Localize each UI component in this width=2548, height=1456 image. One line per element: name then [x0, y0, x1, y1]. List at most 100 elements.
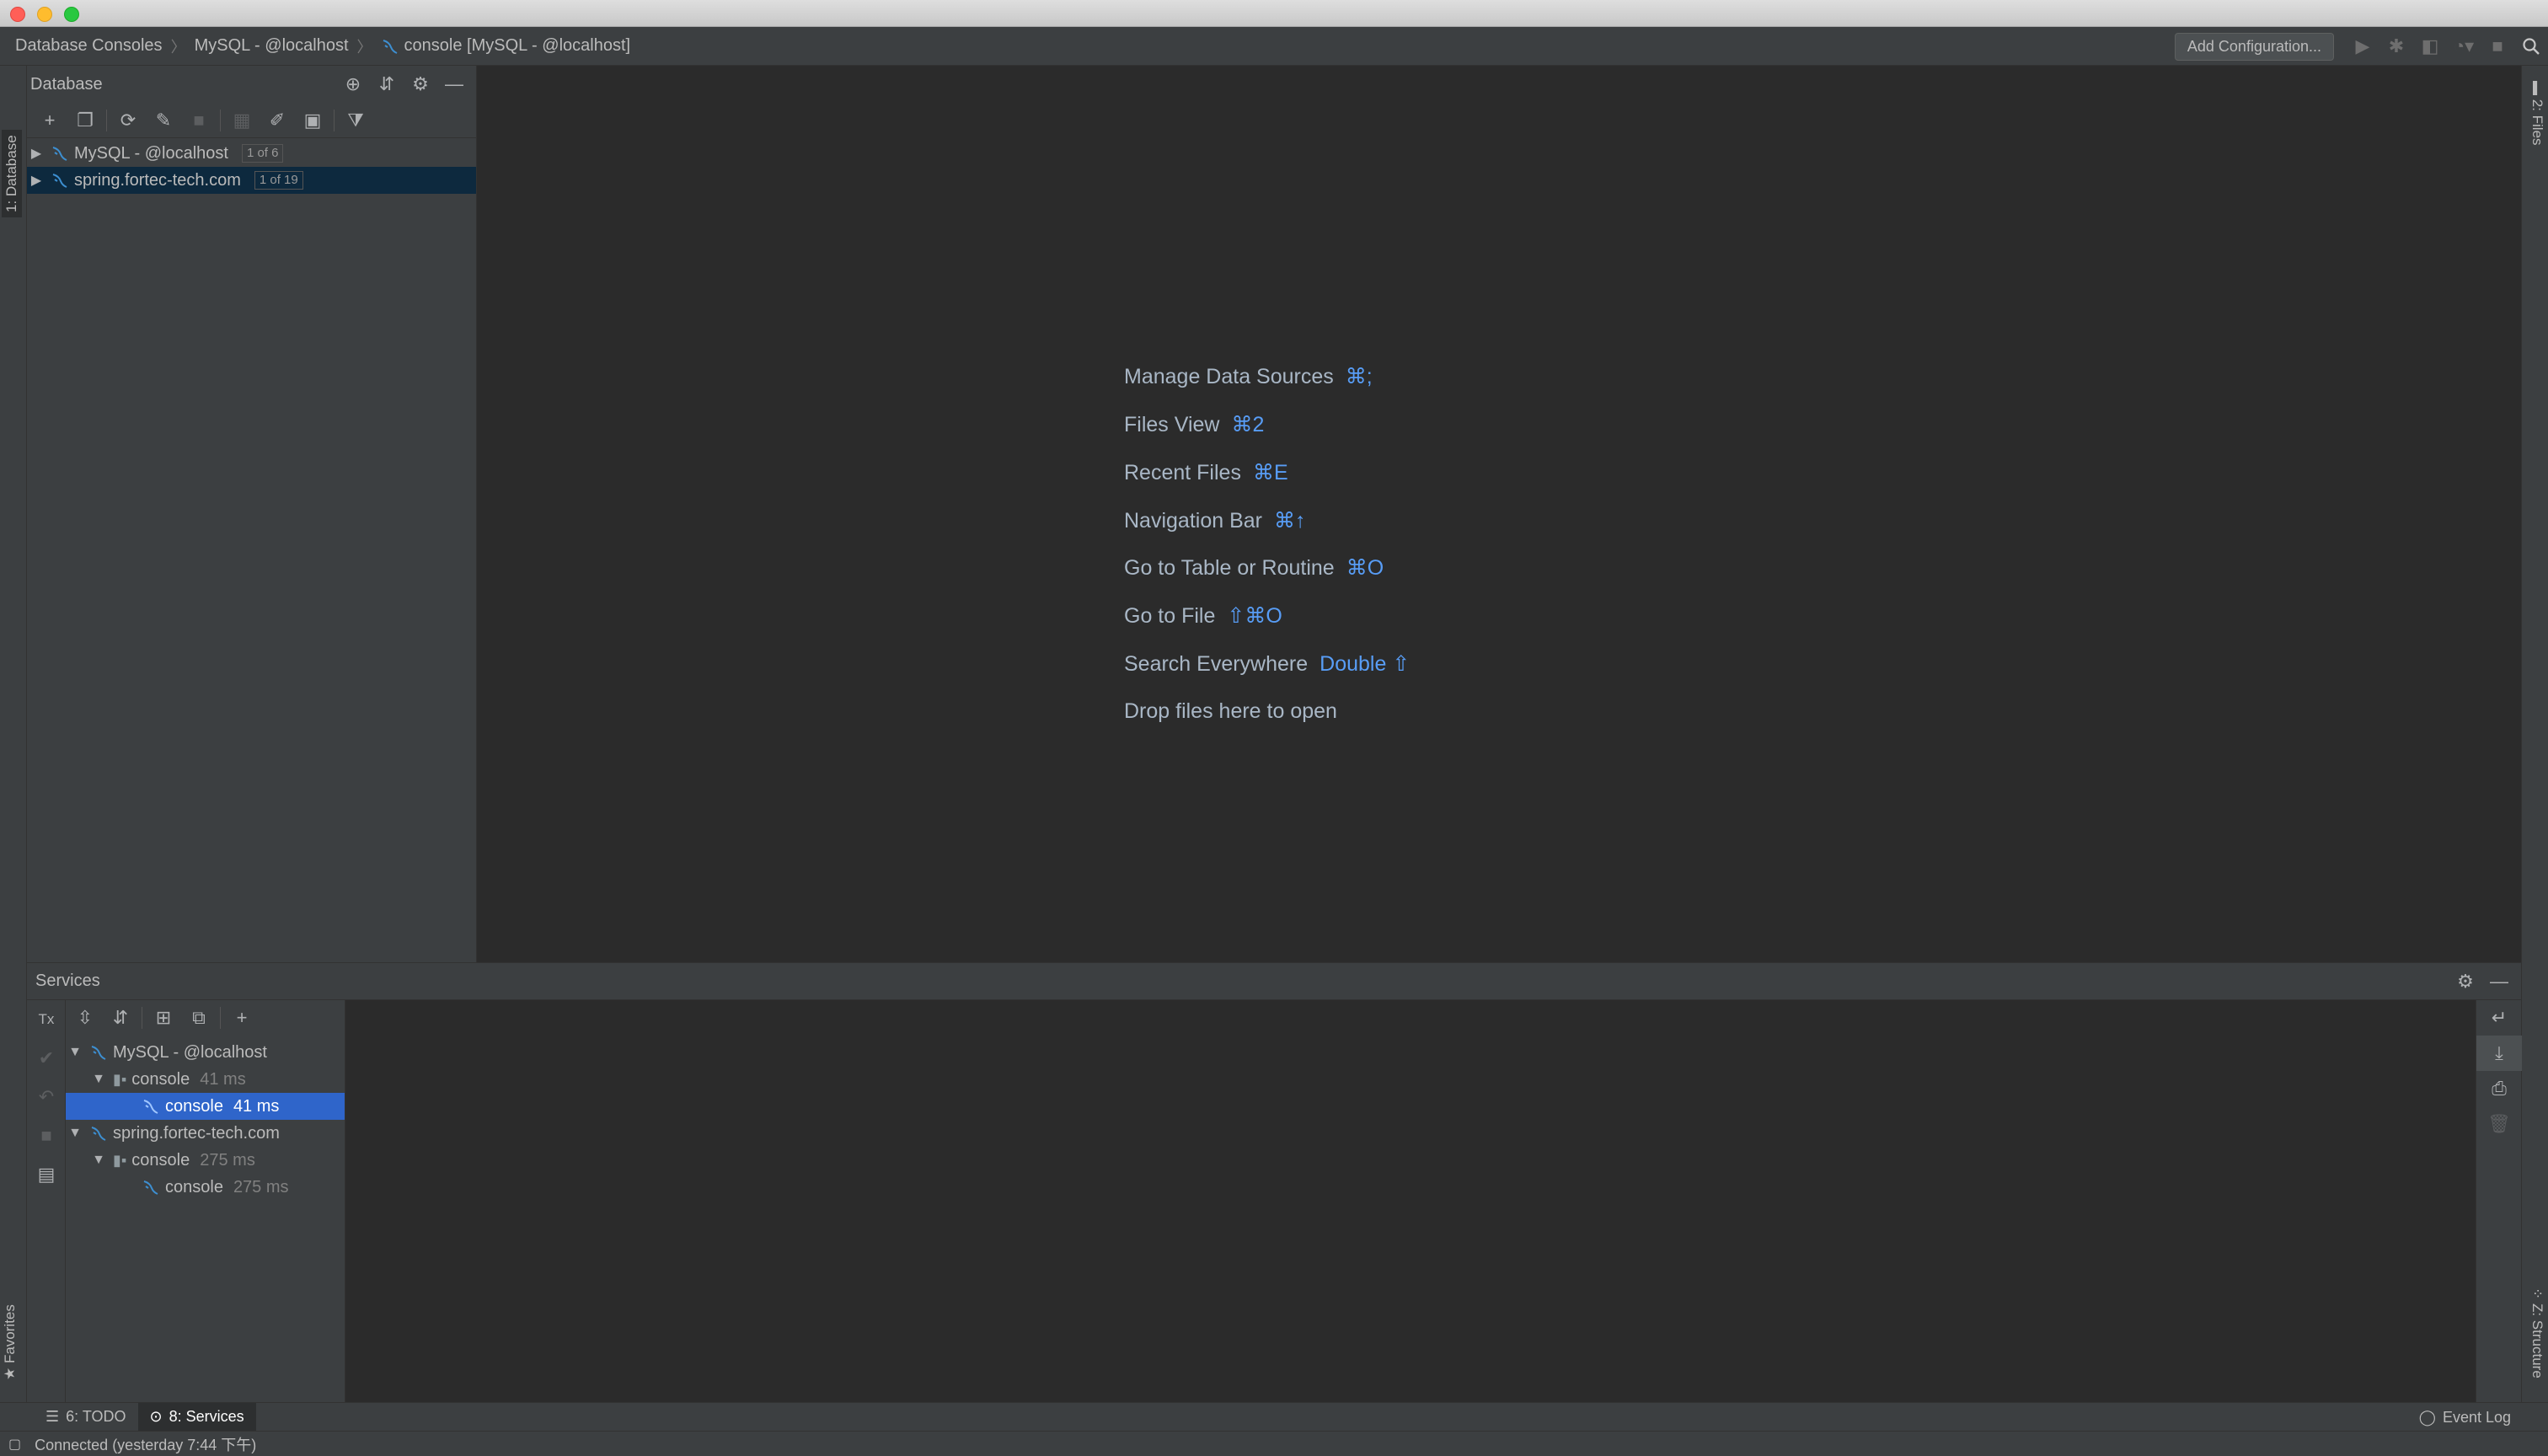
service-console-group[interactable]: ▼ ▮▪ console 275 ms — [66, 1147, 345, 1174]
toolbar-separator — [220, 1007, 221, 1029]
stop-icon[interactable]: ■ — [181, 103, 217, 138]
tree-item-mysql-localhost[interactable]: ▶ MySQL - @localhost 1 of 6 — [27, 140, 476, 167]
service-label: console — [131, 1150, 190, 1170]
service-console-group[interactable]: ▼ ▮▪ console 41 ms — [66, 1066, 345, 1093]
files-tool-tab[interactable]: ▬ 2: Files — [2529, 81, 2545, 146]
todo-tab[interactable]: ☰ 6: TODO — [34, 1403, 138, 1432]
database-tree: ▶ MySQL - @localhost 1 of 6 ▶ spring.for… — [27, 138, 476, 194]
window-titlebar — [0, 0, 2548, 27]
services-panel-header: Services ⚙ — — [27, 963, 2521, 1000]
collapse-arrow-icon[interactable]: ▼ — [66, 1126, 84, 1141]
database-tool-tab[interactable]: 1: Database — [2, 130, 22, 217]
coverage-icon[interactable]: ◧ — [2413, 27, 2447, 66]
service-console-item[interactable]: console 41 ms — [66, 1093, 345, 1120]
filter-icon[interactable]: ⧩ — [338, 103, 373, 138]
tree-item-spring-fortec[interactable]: ▶ spring.fortec-tech.com 1 of 19 — [27, 167, 476, 194]
event-log-tab[interactable]: ◯ Event Log — [2419, 1403, 2511, 1432]
edit-icon[interactable]: ✐ — [260, 103, 295, 138]
expand-all-icon[interactable]: ⇳ — [67, 1000, 103, 1036]
collapse-arrow-icon[interactable]: ▼ — [66, 1045, 84, 1060]
database-panel: Database ⊕ ⇵ ⚙ — + ❐ ⟳ ✎ ■ ▦ ✐ ▣ ⧩ ▶ MyS… — [27, 66, 477, 962]
close-window-button[interactable] — [10, 7, 25, 22]
collapse-arrow-icon[interactable]: ▼ — [89, 1072, 108, 1087]
services-output-area[interactable] — [345, 1000, 2476, 1403]
print-icon[interactable]: ⎙ — [2476, 1071, 2522, 1106]
schema-icon[interactable]: ✎ — [146, 103, 181, 138]
favorites-tool-tab[interactable]: ★ Favorites — [2, 1304, 19, 1380]
service-spring-fortec[interactable]: ▼ spring.fortec-tech.com — [66, 1120, 345, 1147]
commit-icon[interactable]: ✔ — [27, 1039, 66, 1078]
breadcrumb-console[interactable]: console [MySQL - @localhost] — [381, 36, 631, 56]
expand-arrow-icon[interactable]: ▶ — [27, 172, 46, 189]
bottom-tool-bar: ☰ 6: TODO ⊙ 8: Services ◯ Event Log — [0, 1402, 2548, 1432]
output-toolbar: ↵ ⤓ ⎙ 🗑 — [2476, 1000, 2522, 1403]
gear-icon[interactable]: ⚙ — [404, 66, 437, 103]
session-icon: ▮▪ — [113, 1070, 127, 1088]
stop-icon[interactable]: ■ — [27, 1116, 66, 1155]
scroll-to-end-icon[interactable]: ⤓ — [2476, 1036, 2522, 1071]
debug-icon[interactable]: ✱ — [2379, 27, 2413, 66]
table-icon[interactable]: ▦ — [224, 103, 260, 138]
run-icon[interactable]: ▶ — [2346, 27, 2379, 66]
mysql-icon — [143, 1180, 158, 1195]
expand-arrow-icon[interactable]: ▶ — [27, 145, 46, 162]
collapse-all-icon[interactable]: ⇵ — [103, 1000, 138, 1036]
locate-icon[interactable]: ⊕ — [336, 66, 370, 103]
open-in-new-tab-icon[interactable]: ⧉ — [181, 1000, 217, 1036]
collapse-arrow-icon[interactable]: ▼ — [89, 1153, 108, 1168]
count-badge: 1 of 19 — [254, 171, 303, 190]
service-label: console — [165, 1177, 223, 1196]
stop-icon[interactable]: ■ — [2481, 27, 2514, 66]
transaction-mode-button[interactable]: Tx — [27, 1000, 66, 1039]
refresh-icon[interactable]: ⟳ — [110, 103, 146, 138]
tool-windows-toggle-icon[interactable]: ▢ — [8, 1436, 21, 1453]
console-icon[interactable]: ▣ — [295, 103, 330, 138]
hint-recent-files: Recent Files ⌘E — [1124, 461, 1288, 484]
database-panel-header: Database ⊕ ⇵ ⚙ — — [27, 66, 476, 103]
add-service-icon[interactable]: + — [224, 1000, 260, 1036]
rollback-icon[interactable]: ↶ — [27, 1078, 66, 1116]
breadcrumb-database-consoles[interactable]: Database Consoles — [15, 36, 163, 56]
breadcrumb-mysql-localhost[interactable]: MySQL - @localhost — [195, 36, 349, 56]
toolbar-separator — [334, 109, 335, 131]
mysql-icon — [143, 1100, 158, 1114]
minimize-icon[interactable]: — — [437, 66, 471, 103]
hint-search-everywhere: Search Everywhere Double ⇧ — [1124, 652, 1410, 676]
service-label: MySQL - @localhost — [113, 1042, 267, 1062]
services-tab[interactable]: ⊙ 8: Services — [137, 1402, 256, 1432]
minimize-window-button[interactable] — [37, 7, 52, 22]
breadcrumb-console-label: console [MySQL - @localhost] — [404, 36, 631, 55]
event-log-icon: ◯ — [2418, 1408, 2436, 1426]
count-badge: 1 of 6 — [241, 144, 284, 163]
editor-area[interactable]: Manage Data Sources ⌘; Files View ⌘2 Recen… — [477, 66, 2521, 962]
zoom-window-button[interactable] — [64, 7, 79, 22]
shortcut: ⇧⌘O — [1227, 604, 1282, 628]
service-console-item[interactable]: console 275 ms — [66, 1174, 345, 1201]
toolbar-separator — [220, 109, 221, 131]
search-icon[interactable] — [2514, 27, 2548, 66]
layout-icon[interactable]: ▤ — [27, 1155, 66, 1194]
tree-item-label: MySQL - @localhost — [74, 143, 228, 163]
list-icon: ☰ — [46, 1408, 60, 1425]
group-by-icon[interactable]: ⊞ — [146, 1000, 181, 1036]
minimize-icon[interactable]: — — [2482, 963, 2516, 1000]
breadcrumb-separator: 〉 — [356, 38, 372, 56]
duration: 41 ms — [233, 1096, 280, 1116]
trash-icon[interactable]: 🗑 — [2476, 1106, 2522, 1142]
collapse-all-icon[interactable]: ⇵ — [370, 66, 404, 103]
service-mysql-localhost[interactable]: ▼ MySQL - @localhost — [66, 1039, 345, 1066]
gear-icon[interactable]: ⚙ — [2449, 963, 2482, 1000]
right-tool-strip: ▬ 2: Files ⁘ Z: Structure — [2521, 66, 2548, 1402]
tree-item-label: spring.fortec-tech.com — [74, 170, 241, 190]
duration: 275 ms — [233, 1177, 289, 1196]
soft-wrap-icon[interactable]: ↵ — [2476, 1000, 2522, 1036]
structure-tool-tab[interactable]: ⁘ Z: Structure — [2529, 1287, 2545, 1378]
copy-icon[interactable]: ❐ — [67, 103, 103, 138]
add-icon[interactable]: + — [32, 103, 67, 138]
shortcut: ⌘O — [1346, 556, 1384, 580]
navigation-bar: Database Consoles 〉 MySQL - @localhost 〉… — [0, 27, 2548, 66]
add-configuration-button[interactable]: Add Configuration... — [2174, 32, 2334, 61]
service-label: spring.fortec-tech.com — [113, 1123, 280, 1143]
profile-icon[interactable]: ◔▾ — [2447, 27, 2481, 66]
folder-icon: ▬ — [2529, 81, 2545, 99]
